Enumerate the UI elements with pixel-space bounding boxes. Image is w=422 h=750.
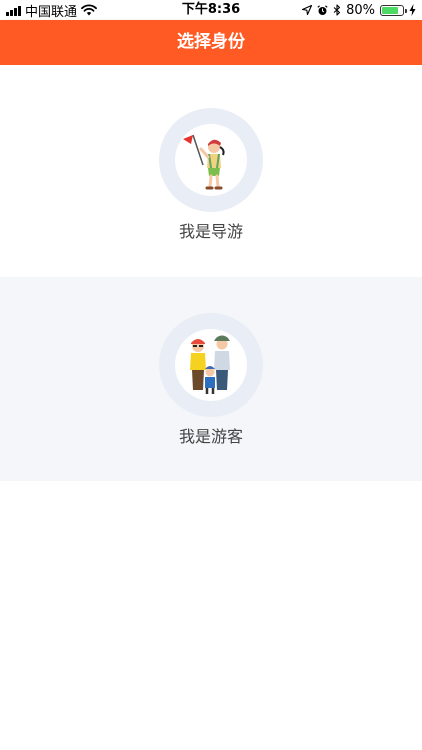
bluetooth-icon [333, 4, 341, 16]
nav-bar: 选择身份 [0, 20, 422, 65]
battery-percent: 80% [346, 2, 375, 18]
status-bar: 中国联通 下午8:36 80% [0, 0, 422, 20]
tourist-option-label: 我是游客 [178, 427, 243, 446]
tourist-avatar [175, 329, 247, 401]
guide-avatar [175, 124, 247, 196]
alarm-clock-icon [317, 4, 328, 15]
guide-illustration-icon [183, 134, 225, 190]
location-arrow-icon [302, 5, 313, 15]
guide-option-label: 我是导游 [178, 222, 243, 241]
charging-bolt-icon [409, 4, 416, 16]
tourist-family-illustration-icon [190, 335, 230, 394]
guide-avatar-ring [159, 108, 263, 212]
guide-option[interactable]: 我是导游 [0, 65, 422, 277]
status-right: 80% [302, 0, 416, 20]
battery-icon [380, 4, 407, 16]
tourist-option[interactable]: 我是游客 [0, 277, 422, 481]
tourist-avatar-ring [159, 313, 263, 417]
page-title: 选择身份 [177, 32, 245, 52]
